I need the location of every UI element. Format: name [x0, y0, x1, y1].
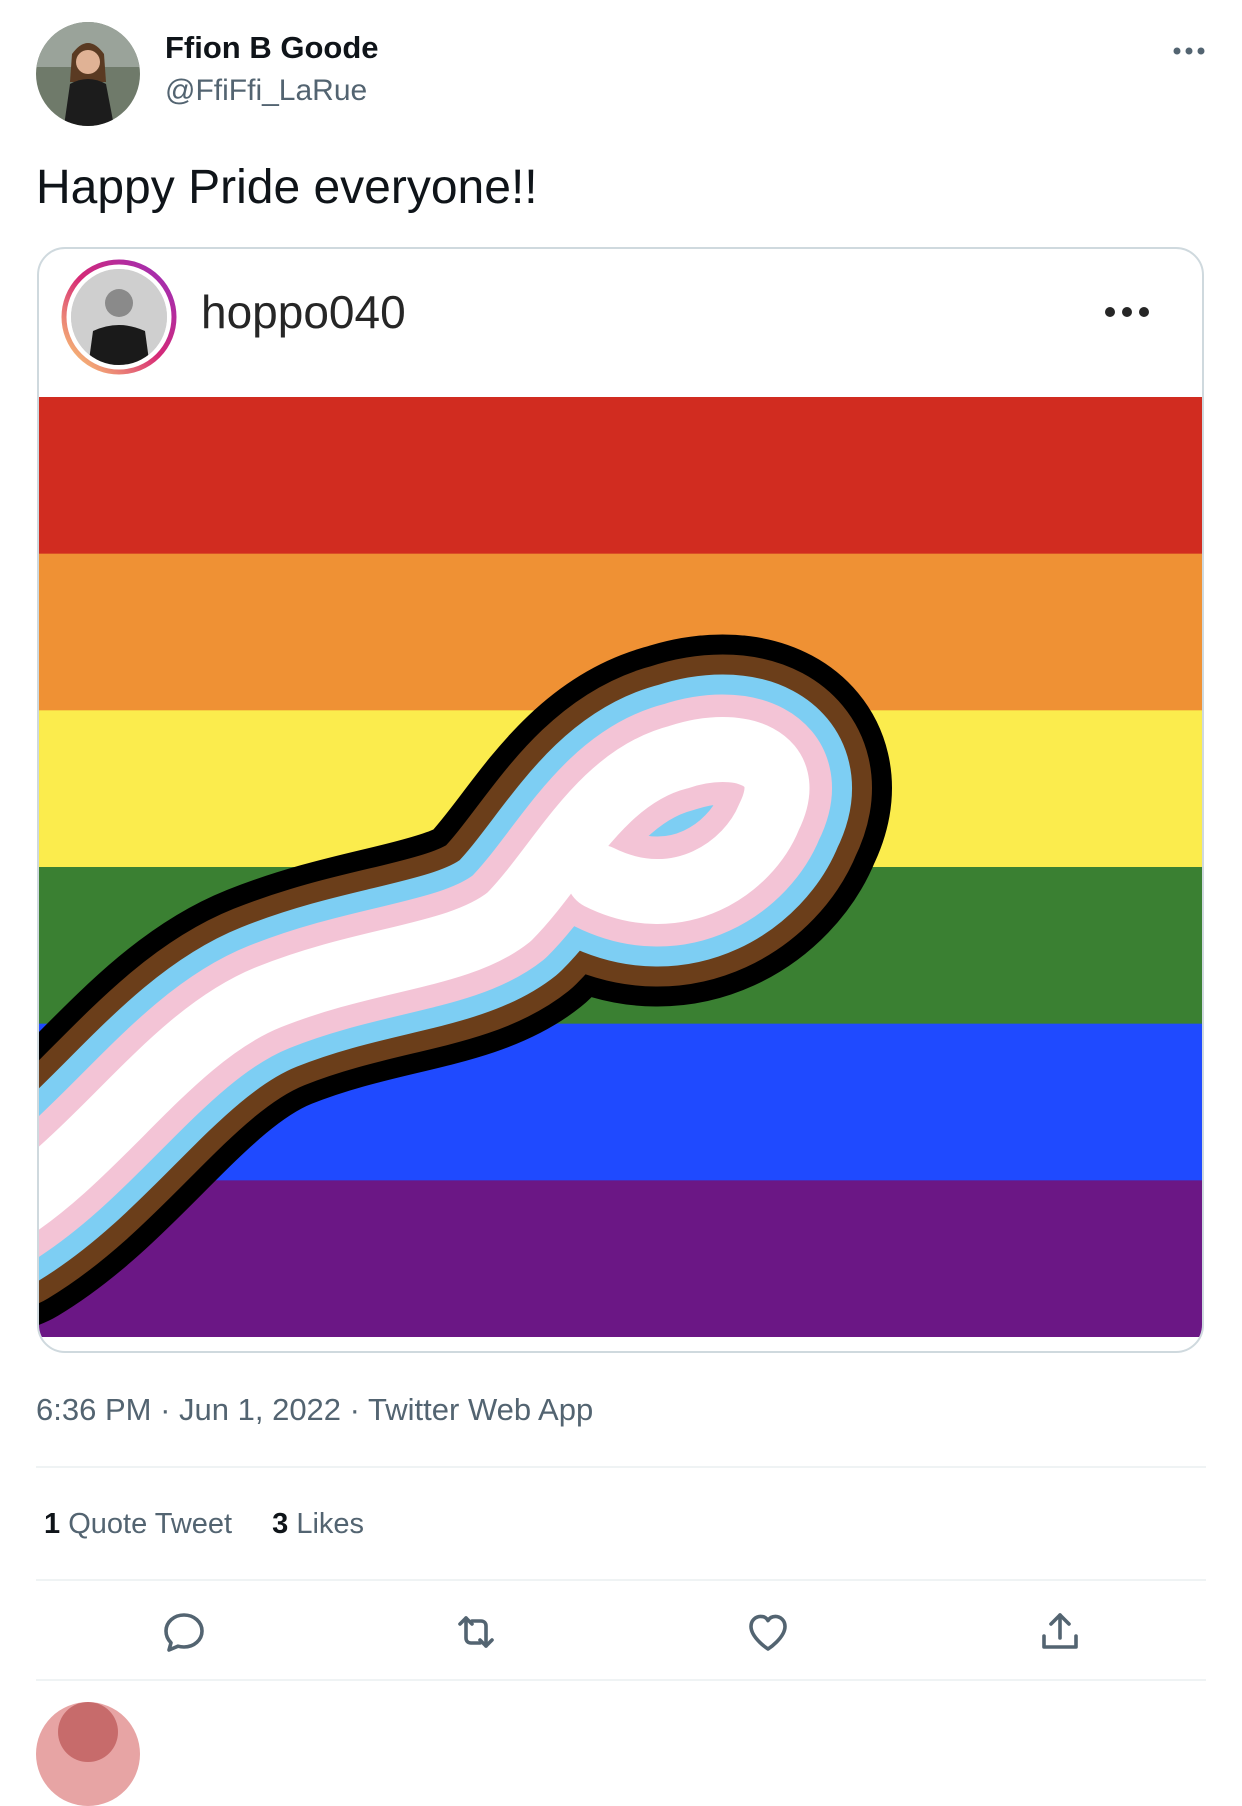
author-name[interactable]: Ffion B Goode: [165, 30, 379, 66]
like-icon[interactable]: [744, 1608, 792, 1656]
flag-stripe: [39, 1180, 1202, 1338]
quote-tweets-link[interactable]: 1 Quote Tweet: [44, 1508, 232, 1540]
reply-icon[interactable]: [160, 1608, 208, 1656]
like-count: 3: [272, 1508, 289, 1540]
likes-link[interactable]: 3 Likes: [272, 1508, 364, 1540]
reply-author-avatar[interactable]: [36, 1702, 140, 1806]
pride-flag-image[interactable]: [39, 397, 1202, 1338]
divider: [36, 1579, 1206, 1581]
divider: [36, 1466, 1206, 1468]
embedded-more-icon[interactable]: [1104, 279, 1150, 329]
tweet-text: Happy Pride everyone!!: [36, 161, 538, 214]
quote-label: Quote Tweet: [68, 1508, 233, 1540]
embedded-user-avatar[interactable]: [61, 259, 177, 375]
share-icon[interactable]: [1036, 1608, 1084, 1656]
more-options-icon[interactable]: [1172, 30, 1206, 64]
meta-separator: ·: [341, 1392, 369, 1427]
author-avatar[interactable]: [36, 22, 140, 126]
embedded-username[interactable]: hoppo040: [201, 285, 406, 339]
tweet-date[interactable]: Jun 1, 2022: [179, 1392, 341, 1427]
pride-flag-drawing: [39, 397, 1202, 1338]
tweet-meta: 6:36 PM · Jun 1, 2022 · Twitter Web App: [36, 1392, 593, 1428]
embedded-media-card[interactable]: hoppo040: [37, 247, 1204, 1353]
meta-separator: ·: [151, 1392, 180, 1427]
quote-count: 1: [44, 1508, 61, 1540]
retweet-icon[interactable]: [452, 1608, 500, 1656]
engagement-stats: 1 Quote Tweet 3 Likes: [44, 1508, 364, 1541]
flag-stripe: [39, 397, 1202, 555]
divider: [36, 1679, 1206, 1681]
tweet-time[interactable]: 6:36 PM: [36, 1392, 151, 1427]
tweet-source[interactable]: Twitter Web App: [368, 1392, 593, 1427]
like-label: Likes: [296, 1508, 365, 1540]
author-handle[interactable]: @FfiFfi_LaRue: [165, 74, 367, 108]
